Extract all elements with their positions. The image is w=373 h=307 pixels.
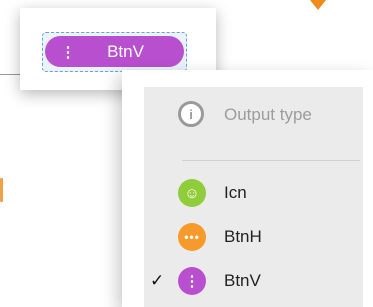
menu-header: i Output type [144, 97, 363, 133]
vertical-dots-icon: ⋮ [57, 41, 79, 63]
menu-header-label: Output type [224, 105, 312, 124]
output-type-menu: i Output type ☺ Icn ••• BtnH ✓ ⋮ BtnV [122, 70, 373, 307]
menu-item-label: BtnH [224, 227, 262, 246]
checkmark-icon: ✓ [150, 271, 165, 290]
btnv-pill-button[interactable]: ⋮ BtnV [45, 36, 184, 67]
menu-divider [182, 160, 360, 161]
vertical-dots-icon: ⋮ [178, 267, 206, 295]
background-accent [0, 178, 3, 202]
smiley-icon: ☺ [178, 179, 206, 207]
horizontal-dots-icon: ••• [178, 223, 206, 251]
menu-item-label: BtnV [224, 271, 261, 290]
arrow-indicator-icon [310, 0, 326, 10]
selection-outline: ⋮ BtnV [42, 32, 187, 72]
pill-label: BtnV [107, 41, 144, 61]
menu-item-label: Icn [224, 183, 247, 202]
info-icon: i [178, 101, 204, 127]
menu-panel: i Output type ☺ Icn ••• BtnH ✓ ⋮ BtnV [144, 87, 363, 307]
menu-item-btnh[interactable]: ••• BtnH [144, 219, 363, 255]
menu-item-icn[interactable]: ☺ Icn [144, 175, 363, 211]
menu-item-btnv[interactable]: ✓ ⋮ BtnV [144, 263, 363, 299]
